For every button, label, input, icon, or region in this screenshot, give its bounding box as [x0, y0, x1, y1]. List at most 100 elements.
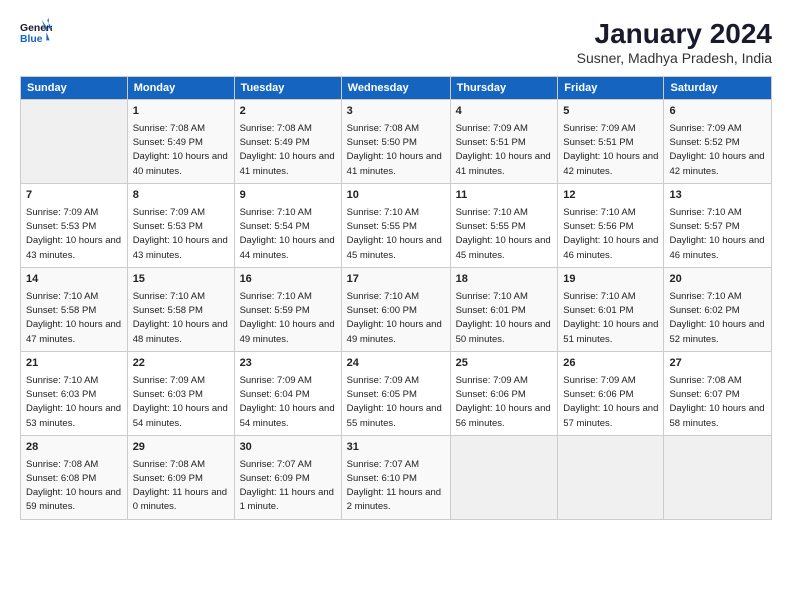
day-number: 11 [456, 188, 553, 204]
day-info: Sunrise: 7:07 AM Sunset: 6:09 PM Dayligh… [240, 458, 336, 515]
day-number: 19 [563, 272, 658, 288]
col-friday: Friday [558, 77, 664, 100]
day-cell: 9Sunrise: 7:10 AM Sunset: 5:54 PM Daylig… [234, 183, 341, 267]
day-cell: 12Sunrise: 7:10 AM Sunset: 5:56 PM Dayli… [558, 183, 664, 267]
col-monday: Monday [127, 77, 234, 100]
day-number: 13 [669, 188, 766, 204]
logo: General Blue [20, 18, 52, 46]
day-info: Sunrise: 7:09 AM Sunset: 6:04 PM Dayligh… [240, 374, 336, 431]
subtitle: Susner, Madhya Pradesh, India [577, 50, 772, 66]
day-info: Sunrise: 7:10 AM Sunset: 6:02 PM Dayligh… [669, 290, 766, 347]
day-cell: 27 Sunrise: 7:08 AM Sunset: 6:07 PM Dayli… [664, 351, 772, 435]
day-info: Sunrise: 7:10 AM Sunset: 5:58 PM Dayligh… [26, 290, 122, 347]
day-info: Sunrise: 7:09 AM Sunset: 5:51 PM Dayligh… [563, 122, 658, 179]
day-info: Sunrise: 7:09 AM Sunset: 5:51 PM Dayligh… [456, 122, 553, 179]
col-sunday: Sunday [21, 77, 128, 100]
day-cell: 10 Sunrise: 7:10 AM Sunset: 5:55 PM Dayli… [341, 183, 450, 267]
day-info: Sunrise: 7:09 AM Sunset: 5:53 PM Dayligh… [133, 206, 229, 263]
day-cell: 21Sunrise: 7:10 AM Sunset: 6:03 PM Dayli… [21, 351, 128, 435]
day-info: Sunrise: 7:10 AM Sunset: 5:55 PM Dayligh… [347, 206, 445, 263]
day-number: 27 [669, 356, 766, 372]
day-number: 10 [347, 188, 445, 204]
day-cell: 5Sunrise: 7:09 AM Sunset: 5:51 PM Daylig… [558, 100, 664, 184]
day-cell: 4Sunrise: 7:09 AM Sunset: 5:51 PM Daylig… [450, 100, 558, 184]
day-cell: 31Sunrise: 7:07 AM Sunset: 6:10 PM Dayli… [341, 435, 450, 519]
day-number: 7 [26, 188, 122, 204]
day-cell: 23Sunrise: 7:09 AM Sunset: 6:04 PM Dayli… [234, 351, 341, 435]
week-row-2: 7 Sunrise: 7:09 AM Sunset: 5:53 PM Daylig… [21, 183, 772, 267]
day-number: 25 [456, 356, 553, 372]
page: General Blue January 2024 Susner, Madhya… [0, 0, 792, 612]
day-info: Sunrise: 7:10 AM Sunset: 6:00 PM Dayligh… [347, 290, 445, 347]
day-cell: 17 Sunrise: 7:10 AM Sunset: 6:00 PM Dayli… [341, 267, 450, 351]
col-saturday: Saturday [664, 77, 772, 100]
day-info: Sunrise: 7:10 AM Sunset: 5:59 PM Dayligh… [240, 290, 336, 347]
day-info: Sunrise: 7:08 AM Sunset: 5:49 PM Dayligh… [133, 122, 229, 179]
logo-icon: General Blue [20, 18, 52, 46]
day-number: 17 [347, 272, 445, 288]
day-cell [664, 435, 772, 519]
day-number: 15 [133, 272, 229, 288]
day-cell: 22 Sunrise: 7:09 AM Sunset: 6:03 PM Dayli… [127, 351, 234, 435]
day-cell: 13 Sunrise: 7:10 AM Sunset: 5:57 PM Dayli… [664, 183, 772, 267]
col-tuesday: Tuesday [234, 77, 341, 100]
day-number: 12 [563, 188, 658, 204]
day-info: Sunrise: 7:10 AM Sunset: 6:03 PM Dayligh… [26, 374, 122, 431]
calendar-table: Sunday Monday Tuesday Wednesday Thursday… [20, 76, 772, 520]
day-info: Sunrise: 7:10 AM Sunset: 6:01 PM Dayligh… [456, 290, 553, 347]
day-info: Sunrise: 7:10 AM Sunset: 5:57 PM Dayligh… [669, 206, 766, 263]
day-number: 30 [240, 440, 336, 456]
day-cell: 20 Sunrise: 7:10 AM Sunset: 6:02 PM Dayli… [664, 267, 772, 351]
day-cell: 30 Sunrise: 7:07 AM Sunset: 6:09 PM Dayli… [234, 435, 341, 519]
day-cell: 15 Sunrise: 7:10 AM Sunset: 5:58 PM Dayli… [127, 267, 234, 351]
day-info: Sunrise: 7:09 AM Sunset: 5:53 PM Dayligh… [26, 206, 122, 263]
day-info: Sunrise: 7:09 AM Sunset: 5:52 PM Dayligh… [669, 122, 766, 179]
day-number: 26 [563, 356, 658, 372]
day-info: Sunrise: 7:10 AM Sunset: 6:01 PM Dayligh… [563, 290, 658, 347]
col-thursday: Thursday [450, 77, 558, 100]
header-row: Sunday Monday Tuesday Wednesday Thursday… [21, 77, 772, 100]
day-cell: 29 Sunrise: 7:08 AM Sunset: 6:09 PM Dayli… [127, 435, 234, 519]
day-info: Sunrise: 7:09 AM Sunset: 6:03 PM Dayligh… [133, 374, 229, 431]
day-info: Sunrise: 7:10 AM Sunset: 5:58 PM Dayligh… [133, 290, 229, 347]
week-row-3: 14Sunrise: 7:10 AM Sunset: 5:58 PM Dayli… [21, 267, 772, 351]
day-info: Sunrise: 7:08 AM Sunset: 5:50 PM Dayligh… [347, 122, 445, 179]
day-cell [21, 100, 128, 184]
day-cell: 3 Sunrise: 7:08 AM Sunset: 5:50 PM Daylig… [341, 100, 450, 184]
col-wednesday: Wednesday [341, 77, 450, 100]
day-number: 29 [133, 440, 229, 456]
day-info: Sunrise: 7:09 AM Sunset: 6:06 PM Dayligh… [563, 374, 658, 431]
day-info: Sunrise: 7:07 AM Sunset: 6:10 PM Dayligh… [347, 458, 445, 515]
day-number: 8 [133, 188, 229, 204]
day-cell: 8 Sunrise: 7:09 AM Sunset: 5:53 PM Daylig… [127, 183, 234, 267]
day-info: Sunrise: 7:09 AM Sunset: 6:06 PM Dayligh… [456, 374, 553, 431]
day-cell: 14Sunrise: 7:10 AM Sunset: 5:58 PM Dayli… [21, 267, 128, 351]
day-cell: 2Sunrise: 7:08 AM Sunset: 5:49 PM Daylig… [234, 100, 341, 184]
day-number: 1 [133, 104, 229, 120]
day-info: Sunrise: 7:10 AM Sunset: 5:55 PM Dayligh… [456, 206, 553, 263]
day-number: 20 [669, 272, 766, 288]
day-cell [558, 435, 664, 519]
day-cell: 28Sunrise: 7:08 AM Sunset: 6:08 PM Dayli… [21, 435, 128, 519]
svg-text:Blue: Blue [20, 34, 43, 45]
day-cell: 26 Sunrise: 7:09 AM Sunset: 6:06 PM Dayli… [558, 351, 664, 435]
day-cell: 1 Sunrise: 7:08 AM Sunset: 5:49 PM Daylig… [127, 100, 234, 184]
day-cell: 7 Sunrise: 7:09 AM Sunset: 5:53 PM Daylig… [21, 183, 128, 267]
day-cell: 16 Sunrise: 7:10 AM Sunset: 5:59 PM Dayli… [234, 267, 341, 351]
day-cell [450, 435, 558, 519]
day-number: 3 [347, 104, 445, 120]
day-number: 22 [133, 356, 229, 372]
day-info: Sunrise: 7:08 AM Sunset: 6:08 PM Dayligh… [26, 458, 122, 515]
day-cell: 11 Sunrise: 7:10 AM Sunset: 5:55 PM Dayli… [450, 183, 558, 267]
day-number: 6 [669, 104, 766, 120]
week-row-4: 21Sunrise: 7:10 AM Sunset: 6:03 PM Dayli… [21, 351, 772, 435]
day-info: Sunrise: 7:08 AM Sunset: 6:09 PM Dayligh… [133, 458, 229, 515]
day-number: 18 [456, 272, 553, 288]
day-number: 24 [347, 356, 445, 372]
day-number: 16 [240, 272, 336, 288]
day-cell: 19 Sunrise: 7:10 AM Sunset: 6:01 PM Dayli… [558, 267, 664, 351]
day-cell: 24Sunrise: 7:09 AM Sunset: 6:05 PM Dayli… [341, 351, 450, 435]
day-info: Sunrise: 7:08 AM Sunset: 6:07 PM Dayligh… [669, 374, 766, 431]
day-cell: 25 Sunrise: 7:09 AM Sunset: 6:06 PM Dayli… [450, 351, 558, 435]
day-cell: 6 Sunrise: 7:09 AM Sunset: 5:52 PM Daylig… [664, 100, 772, 184]
